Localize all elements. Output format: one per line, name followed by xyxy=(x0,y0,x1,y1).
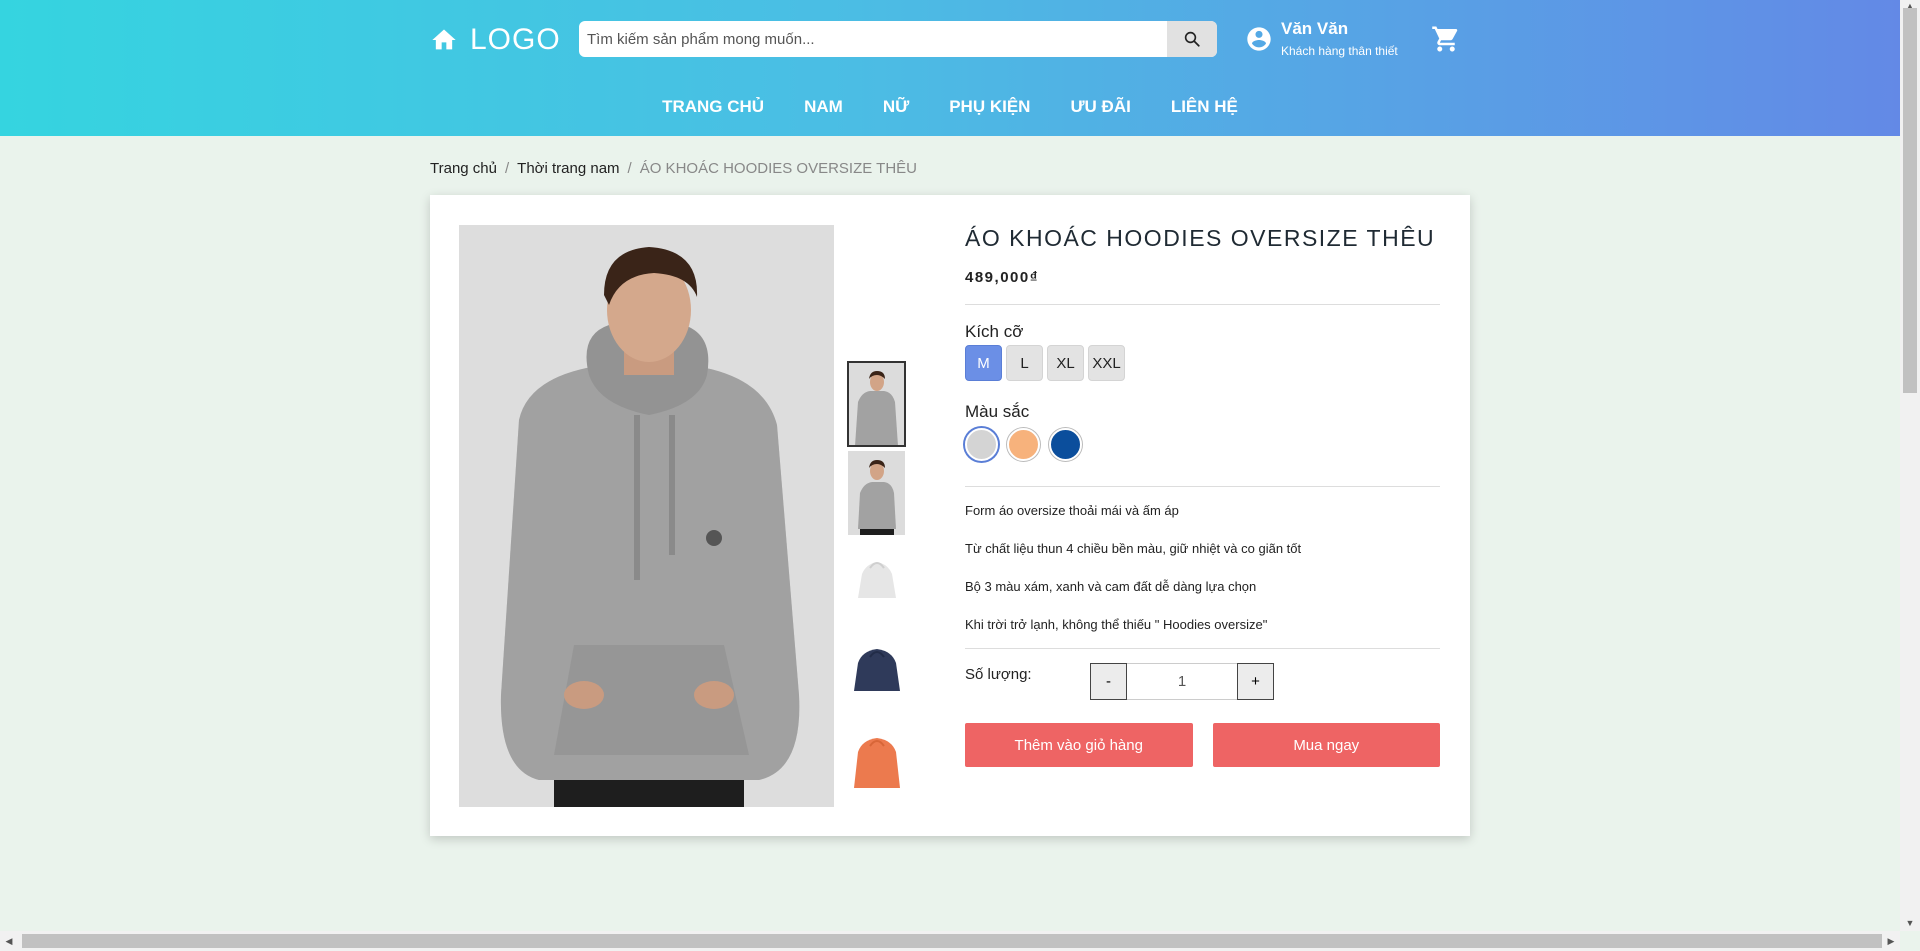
nav-item-women[interactable]: NỮ xyxy=(863,94,929,120)
color-swatch-blue[interactable] xyxy=(1049,428,1082,461)
horizontal-scroll-thumb[interactable] xyxy=(22,934,1882,948)
product-title: ÁO KHOÁC HOODIES OVERSIZE THÊU xyxy=(965,225,1436,251)
scroll-left-arrow-icon[interactable]: ◀ xyxy=(2,931,16,951)
vertical-scrollbar[interactable]: ▲ ▼ xyxy=(1900,0,1920,931)
logo-link[interactable]: LOGO xyxy=(430,22,561,58)
size-option-m[interactable]: M xyxy=(965,345,1002,381)
description-line: Khi trời trở lạnh, không thể thiếu " Hoo… xyxy=(965,617,1268,632)
thumbnail-list xyxy=(847,361,906,807)
user-tier: Khách hàng thân thiết xyxy=(1281,44,1398,58)
add-to-cart-button[interactable]: Thêm vào giỏ hàng xyxy=(965,723,1193,767)
thumbnail-4[interactable] xyxy=(848,629,905,713)
breadcrumb-separator: / xyxy=(627,160,632,177)
logo-text: LOGO xyxy=(470,23,561,56)
product-card: ÁO KHOÁC HOODIES OVERSIZE THÊU 489,000₫ … xyxy=(430,195,1470,836)
breadcrumb-category[interactable]: Thời trang nam xyxy=(517,159,619,179)
user-name: Văn Văn xyxy=(1281,19,1349,38)
quantity-decrease-button[interactable]: - xyxy=(1090,663,1127,700)
quantity-label: Số lượng: xyxy=(965,666,1032,683)
quantity-increase-button[interactable]: + xyxy=(1237,663,1274,700)
main-nav: TRANG CHỦ NAM NỮ PHỤ KIỆN ƯU ĐÃI LIÊN HỆ xyxy=(0,94,1900,120)
color-swatch-orange[interactable] xyxy=(1007,428,1040,461)
size-option-xl[interactable]: XL xyxy=(1047,345,1084,381)
thumbnail-1[interactable] xyxy=(847,361,906,447)
quantity-stepper: - + xyxy=(1090,663,1274,700)
product-price: 489,000₫ xyxy=(965,269,1039,286)
divider xyxy=(965,304,1440,305)
quantity-row: Số lượng: - + xyxy=(965,663,1440,700)
thumbnail-2[interactable] xyxy=(848,451,905,535)
description-line: Form áo oversize thoải mái và ấm áp xyxy=(965,503,1179,518)
breadcrumb-separator: / xyxy=(504,160,510,177)
user-account[interactable]: Văn Văn Khách hàng thân thiết xyxy=(1245,19,1398,59)
size-option-l[interactable]: L xyxy=(1006,345,1043,381)
breadcrumb-home[interactable]: Trang chủ xyxy=(430,159,497,179)
search-button[interactable] xyxy=(1167,21,1217,57)
quantity-input[interactable] xyxy=(1127,663,1237,700)
nav-item-contact[interactable]: LIÊN HỆ xyxy=(1151,94,1258,120)
scroll-right-arrow-icon[interactable]: ▶ xyxy=(1884,931,1898,951)
search-bar xyxy=(579,21,1217,57)
divider xyxy=(965,648,1440,649)
horizontal-scrollbar[interactable]: ◀ ▶ xyxy=(0,931,1900,951)
site-header: LOGO Văn Văn Khách hàng thân thiết TRANG… xyxy=(0,0,1900,136)
size-label: Kích cỡ xyxy=(965,322,1024,341)
size-option-xxl[interactable]: XXL xyxy=(1088,345,1125,381)
nav-item-home[interactable]: TRANG CHỦ xyxy=(642,94,784,120)
action-buttons: Thêm vào giỏ hàng Mua ngay xyxy=(965,723,1440,767)
breadcrumb-current: ÁO KHOÁC HOODIES OVERSIZE THÊU xyxy=(639,160,917,177)
scroll-down-arrow-icon[interactable]: ▼ xyxy=(1900,917,1920,929)
description-line: Bộ 3 màu xám, xanh và cam đất dễ dàng lự… xyxy=(965,579,1257,594)
cart-icon[interactable] xyxy=(1431,24,1461,54)
product-info: ÁO KHOÁC HOODIES OVERSIZE THÊU 489,000₫ … xyxy=(965,221,1440,767)
user-info: Văn Văn Khách hàng thân thiết xyxy=(1281,19,1398,59)
buy-now-button[interactable]: Mua ngay xyxy=(1212,723,1440,767)
home-icon xyxy=(430,26,458,54)
search-icon xyxy=(1184,31,1200,47)
product-main-image xyxy=(459,225,834,807)
vertical-scroll-thumb[interactable] xyxy=(1903,8,1917,393)
thumbnail-5[interactable] xyxy=(848,718,905,802)
nav-item-men[interactable]: NAM xyxy=(784,94,863,120)
divider xyxy=(965,486,1440,487)
color-options xyxy=(965,428,1440,461)
thumbnail-3[interactable] xyxy=(848,540,905,624)
account-circle-icon xyxy=(1245,19,1273,59)
color-swatch-grey[interactable] xyxy=(965,428,998,461)
size-options: M L XL XXL xyxy=(965,345,1440,381)
breadcrumb: Trang chủ / Thời trang nam / ÁO KHOÁC HO… xyxy=(430,159,917,179)
description-line: Từ chất liệu thun 4 chiều bền màu, giữ n… xyxy=(965,541,1302,556)
color-label: Màu sắc xyxy=(965,402,1030,421)
product-description: Form áo oversize thoải mái và ấm áp Từ c… xyxy=(965,502,1440,634)
search-input[interactable] xyxy=(579,21,1167,57)
nav-item-deals[interactable]: ƯU ĐÃI xyxy=(1050,94,1150,120)
nav-item-accessories[interactable]: PHỤ KIỆN xyxy=(929,94,1050,120)
